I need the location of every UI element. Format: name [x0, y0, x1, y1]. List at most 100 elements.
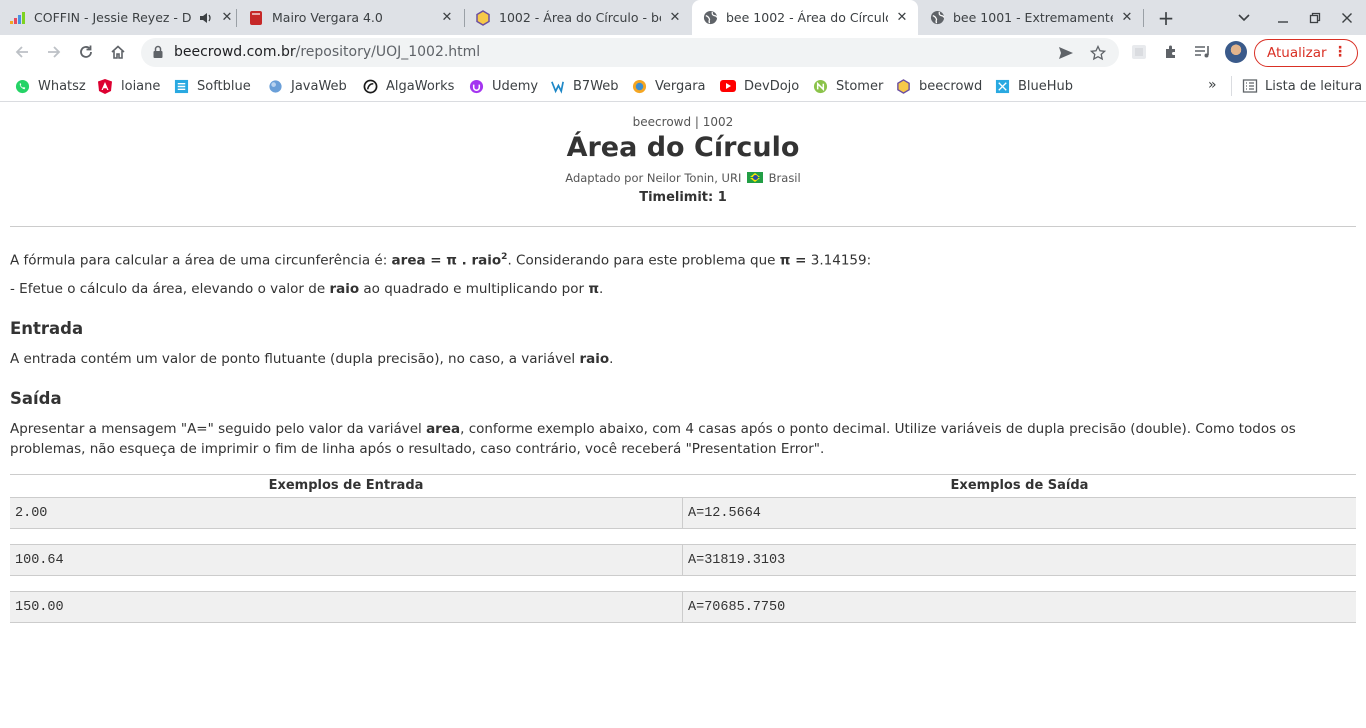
stomer-icon	[812, 78, 828, 94]
bookmark-label: Whatsz	[38, 78, 86, 94]
algaworks-icon	[362, 78, 378, 94]
tab-bee-1002[interactable]: bee 1002 - Área do Círculo ✕	[692, 0, 918, 35]
tab-search-button[interactable]	[1233, 7, 1255, 29]
pi-label: π =	[779, 252, 807, 269]
whatsapp-icon	[14, 78, 30, 94]
tab-divider	[1143, 9, 1144, 27]
kebab-menu-icon[interactable]: ⋮	[1333, 44, 1347, 60]
tab-title: Mairo Vergara 4.0	[272, 10, 383, 25]
lock-icon[interactable]	[151, 45, 165, 59]
intro-text: . Considerando para este problema que	[507, 252, 780, 269]
forward-button[interactable]	[40, 38, 68, 66]
examples-header: Exemplos de Entrada Exemplos de Saída	[10, 474, 1356, 496]
example-input: 100.64	[15, 553, 64, 568]
book-icon	[248, 10, 264, 26]
cell-divider	[682, 545, 683, 575]
close-icon[interactable]: ✕	[894, 10, 910, 26]
area-label: area	[426, 421, 461, 437]
bookmark-label: loiane	[121, 78, 161, 94]
bookmark-javaweb[interactable]: JavaWeb	[267, 77, 347, 95]
bookmarks-bar: Whatsz loiane Softblue JavaWeb AlgaWorks…	[0, 69, 1366, 102]
bookmark-bluehub[interactable]: BlueHub	[994, 77, 1073, 95]
reading-list-label: Lista de leitura	[1265, 78, 1363, 94]
angular-icon	[97, 78, 113, 94]
input-description: A entrada contém um valor de ponto flutu…	[10, 349, 1358, 369]
bookmark-beecrowd[interactable]: beecrowd	[895, 77, 982, 95]
restore-button[interactable]	[1304, 7, 1326, 29]
bookmark-whatsz[interactable]: Whatsz	[14, 77, 86, 95]
formula-text: area = π . raio	[391, 252, 502, 269]
close-icon[interactable]: ✕	[667, 10, 683, 26]
bookmark-vergara[interactable]: Vergara	[631, 77, 706, 95]
problem-site-label: beecrowd | 1002	[632, 115, 734, 129]
examples-input-header: Exemplos de Entrada	[268, 478, 424, 493]
minimize-button[interactable]	[1272, 7, 1294, 29]
reading-list-icon	[1242, 79, 1258, 93]
step-text: .	[599, 281, 604, 297]
address-bar[interactable]: beecrowd.com.br/repository/UOJ_1002.html	[141, 38, 1119, 67]
bookmark-devdojo[interactable]: DevDojo	[720, 77, 799, 95]
raio-label: raio	[579, 351, 610, 367]
input-text: A entrada contém um valor de ponto flutu…	[10, 351, 580, 367]
bookmark-label: BlueHub	[1018, 78, 1074, 94]
cell-divider	[682, 592, 683, 622]
reload-button[interactable]	[72, 38, 100, 66]
tab-1002-area[interactable]: 1002 - Área do Círculo - bee ✕	[475, 0, 683, 35]
tab-title: bee 1002 - Área do Círculo	[726, 10, 888, 25]
vergara-icon	[631, 78, 647, 94]
close-icon[interactable]: ✕	[219, 10, 235, 26]
globe-icon	[702, 10, 718, 26]
star-icon[interactable]	[1089, 44, 1107, 62]
output-heading: Saída	[10, 389, 62, 408]
bookmark-stomer[interactable]: Stomer	[812, 77, 883, 95]
examples-output-header: Exemplos de Saída	[950, 478, 1089, 493]
beecrowd-icon	[895, 78, 911, 94]
extension-icon[interactable]	[1129, 42, 1149, 62]
bookmark-label: JavaWeb	[291, 78, 347, 94]
send-icon[interactable]	[1057, 44, 1075, 62]
example-row: 100.64 A=31819.3103	[10, 544, 1356, 576]
tab-mairo-vergara[interactable]: Mairo Vergara 4.0 ✕	[248, 0, 455, 35]
bluehub-icon	[994, 78, 1010, 94]
tab-coffin[interactable]: COFFIN - Jessie Reyez - D ✕	[10, 0, 235, 35]
media-control-icon[interactable]	[1193, 42, 1213, 62]
output-text: Apresentar a mensagem "A=" seguido pelo …	[10, 421, 427, 437]
problem-description: A fórmula para calcular a área de uma ci…	[10, 247, 1358, 271]
tab-bee-1001[interactable]: bee 1001 - Extremamente B ✕	[929, 0, 1135, 35]
speaker-icon[interactable]	[197, 10, 213, 26]
profile-avatar[interactable]	[1225, 41, 1247, 63]
home-button[interactable]	[104, 38, 132, 66]
bookmark-algaworks[interactable]: AlgaWorks	[362, 77, 454, 95]
intro-text: A fórmula para calcular a área de uma ci…	[10, 252, 392, 269]
close-icon[interactable]: ✕	[439, 10, 455, 26]
bookmark-label: Softblue	[197, 78, 251, 94]
url-text: beecrowd.com.br/repository/UOJ_1002.html	[174, 44, 480, 60]
update-button[interactable]: Atualizar ⋮	[1254, 39, 1358, 67]
reading-list-button[interactable]: Lista de leitura	[1242, 77, 1362, 95]
bookmark-loiane[interactable]: loiane	[97, 77, 160, 95]
youtube-icon	[720, 78, 736, 94]
bookmark-udemy[interactable]: Udemy	[468, 77, 538, 95]
example-row: 2.00 A=12.5664	[10, 497, 1356, 529]
new-tab-button[interactable]: +	[1155, 6, 1177, 30]
output-description: Apresentar a mensagem "A=" seguido pelo …	[10, 419, 1358, 459]
raio-label: raio	[329, 281, 360, 297]
bookmark-label: AlgaWorks	[386, 78, 455, 94]
close-icon[interactable]: ✕	[1119, 10, 1135, 26]
more-bookmarks-button[interactable]: »	[1208, 77, 1217, 93]
tab-divider	[236, 9, 237, 27]
timelimit-label: Timelimit: 1	[639, 190, 727, 205]
puzzle-icon[interactable]	[1161, 42, 1181, 62]
tab-title: bee 1001 - Extremamente B	[953, 10, 1113, 25]
globe-icon	[929, 10, 945, 26]
example-output: A=12.5664	[688, 506, 761, 521]
close-window-button[interactable]	[1336, 7, 1358, 29]
example-input: 2.00	[15, 506, 48, 521]
bookmark-softblue[interactable]: Softblue	[173, 77, 251, 95]
back-button[interactable]	[8, 38, 36, 66]
tab-title: 1002 - Área do Círculo - bee	[499, 10, 661, 25]
problem-step: - Efetue o cálculo da área, elevando o v…	[10, 279, 1358, 299]
header-divider	[10, 226, 1356, 227]
example-output: A=31819.3103	[688, 553, 786, 568]
bookmark-b7web[interactable]: B7Web	[549, 77, 619, 95]
